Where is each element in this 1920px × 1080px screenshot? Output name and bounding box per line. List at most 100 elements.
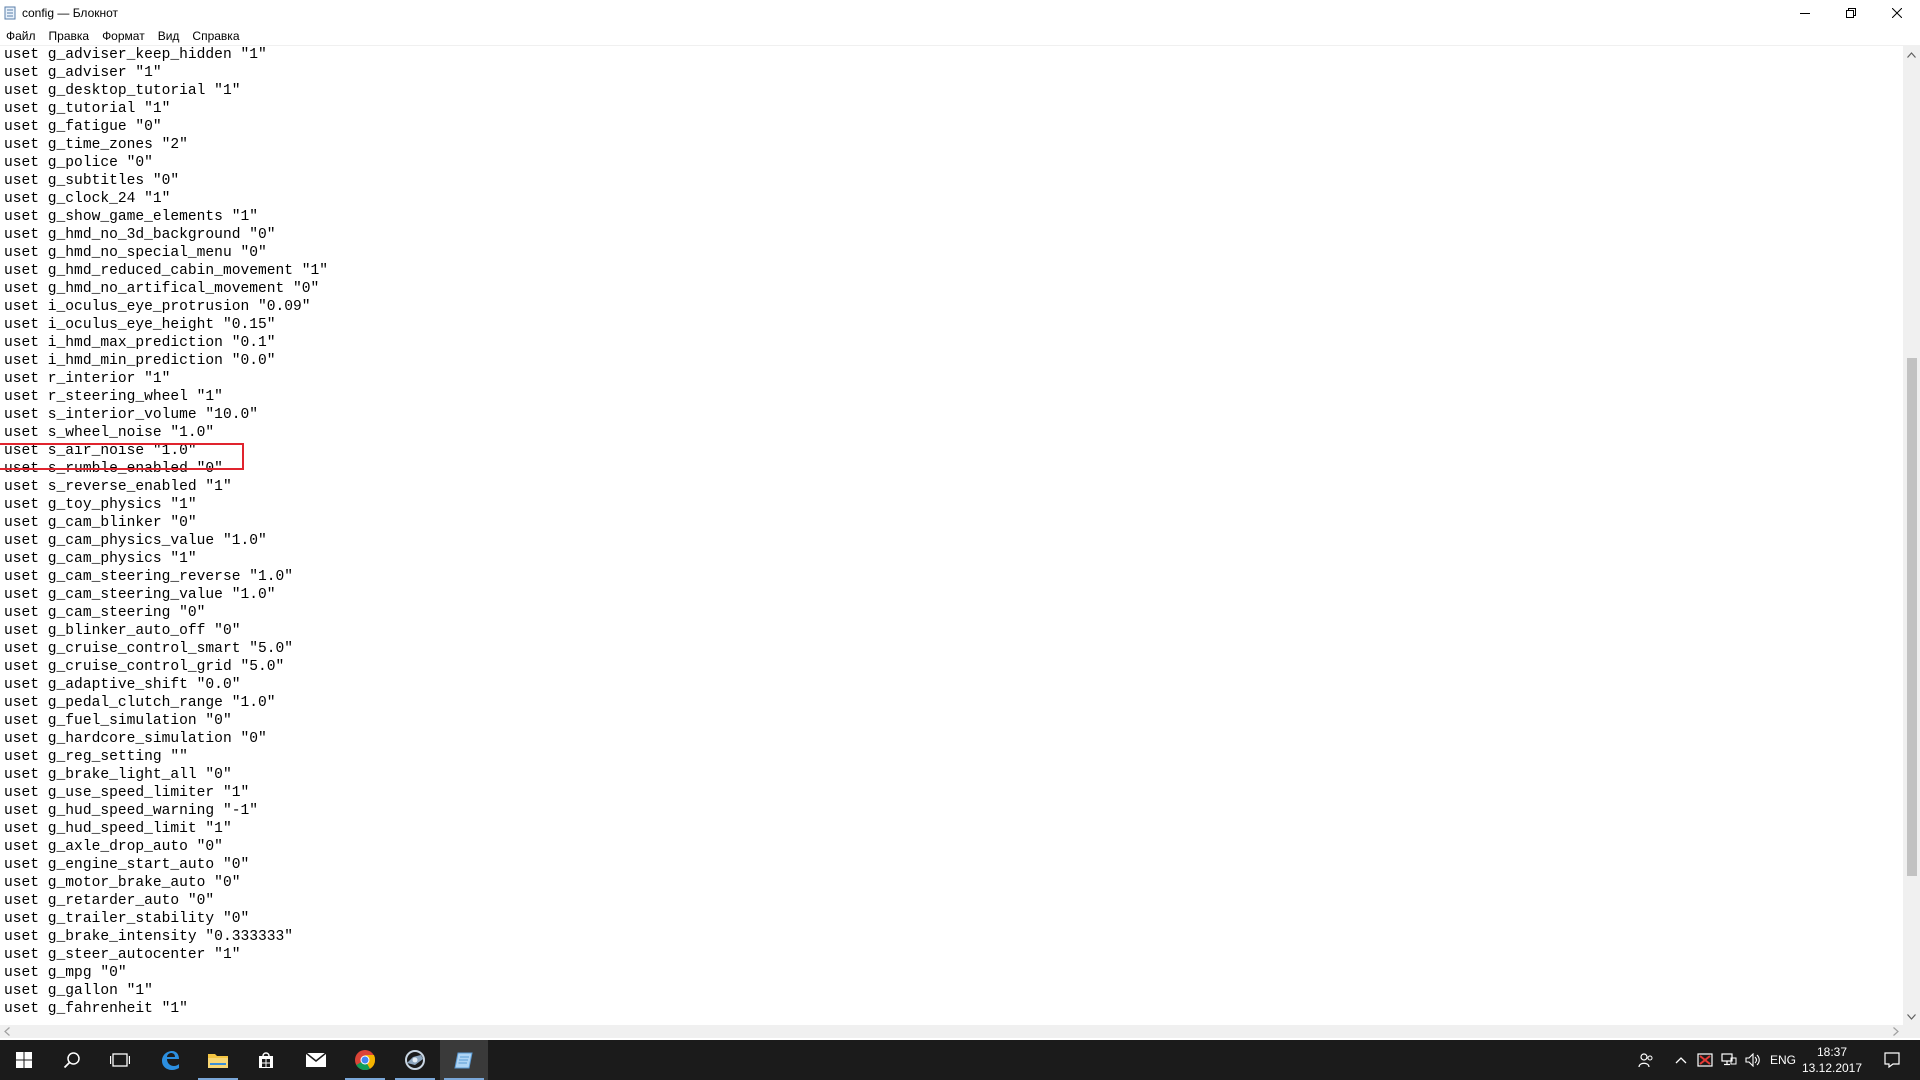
close-icon — [1892, 8, 1902, 18]
title-bar: config — Блокнот — [0, 0, 1920, 26]
minimize-icon — [1800, 13, 1810, 14]
text-line: uset g_fuel_simulation "0" — [4, 713, 232, 729]
text-line: uset s_reverse_enabled "1" — [4, 479, 232, 495]
text-line: uset g_trailer_stability "0" — [4, 911, 250, 927]
text-line: uset g_cam_steering_reverse "1.0" — [4, 569, 294, 585]
task-view-icon — [110, 1053, 130, 1067]
maximize-icon — [1846, 8, 1856, 18]
text-line: uset g_cam_steering "0" — [4, 605, 206, 621]
scroll-up-button[interactable] — [1903, 46, 1920, 63]
text-line: uset s_wheel_noise "1.0" — [4, 425, 215, 441]
text-line: uset g_tutorial "1" — [4, 101, 171, 117]
text-line: uset g_adaptive_shift "0.0" — [4, 677, 241, 693]
show-hidden-icons-button[interactable] — [1670, 1040, 1692, 1080]
chevron-up-icon — [1907, 51, 1916, 58]
menu-file[interactable]: Файл — [0, 29, 42, 43]
mail-button[interactable] — [292, 1040, 340, 1080]
edge-button[interactable] — [146, 1040, 194, 1080]
mail-icon — [305, 1052, 327, 1067]
network-icon — [1721, 1053, 1737, 1066]
network-tray-button[interactable] — [1718, 1040, 1740, 1080]
text-line: uset g_reg_setting "" — [4, 749, 188, 765]
text-line: uset i_hmd_max_prediction "0.1" — [4, 335, 276, 351]
vertical-scroll-thumb[interactable] — [1907, 358, 1917, 876]
notepad-taskbar-icon — [454, 1052, 473, 1069]
text-line: uset g_fahrenheit "1" — [4, 1001, 188, 1017]
menu-help[interactable]: Справка — [185, 29, 245, 43]
volume-icon — [1745, 1053, 1760, 1067]
horizontal-scrollbar[interactable] — [0, 1025, 1903, 1038]
text-line: uset g_steer_autocenter "1" — [4, 947, 241, 963]
text-line: uset r_interior "1" — [4, 371, 171, 387]
scrollbar-corner — [1903, 1025, 1920, 1038]
volume-tray-button[interactable] — [1742, 1040, 1764, 1080]
minimize-button[interactable] — [1782, 0, 1828, 26]
antivirus-tray-button[interactable] — [1694, 1040, 1716, 1080]
menu-view[interactable]: Вид — [151, 29, 186, 43]
game-button[interactable] — [391, 1040, 439, 1080]
scroll-down-button[interactable] — [1903, 1008, 1920, 1025]
text-editor[interactable]: uset g_adviser_keep_hidden "1" uset g_adv… — [0, 46, 1903, 1025]
action-center-button[interactable] — [1872, 1040, 1912, 1080]
antivirus-icon — [1697, 1053, 1713, 1067]
text-lines: uset g_adviser_keep_hidden "1" uset g_adv… — [4, 46, 328, 1018]
search-icon — [63, 1052, 80, 1069]
text-line: uset g_blinker_auto_off "0" — [4, 623, 241, 639]
text-line: uset g_cam_steering_value "1.0" — [4, 587, 276, 603]
text-line: uset s_air_noise "1.0" — [4, 443, 197, 459]
maximize-button[interactable] — [1828, 0, 1874, 26]
text-line: uset g_hmd_reduced_cabin_movement "1" — [4, 263, 329, 279]
task-view-button[interactable] — [96, 1040, 144, 1080]
windows-start-icon — [16, 1052, 32, 1068]
store-icon — [259, 1052, 273, 1068]
people-button[interactable] — [1634, 1040, 1658, 1080]
close-button[interactable] — [1874, 0, 1920, 26]
text-line: uset i_oculus_eye_height "0.15" — [4, 317, 276, 333]
text-line: uset g_desktop_tutorial "1" — [4, 83, 241, 99]
start-button[interactable] — [0, 1040, 48, 1080]
file-explorer-icon — [208, 1054, 228, 1068]
language-indicator[interactable]: ENG — [1768, 1040, 1798, 1080]
taskbar: ENG 18:37 13.12.2017 — [0, 1040, 1920, 1080]
text-line: uset g_cruise_control_smart "5.0" — [4, 641, 294, 657]
text-line: uset i_oculus_eye_protrusion "0.09" — [4, 299, 311, 315]
text-line: uset g_retarder_auto "0" — [4, 893, 215, 909]
text-line: uset i_hmd_min_prediction "0.0" — [4, 353, 276, 369]
text-line: uset g_use_speed_limiter "1" — [4, 785, 250, 801]
text-line: uset g_gallon "1" — [4, 983, 153, 999]
notepad-taskbar-button[interactable] — [440, 1040, 488, 1080]
text-line: uset g_subtitles "0" — [4, 173, 180, 189]
vertical-scrollbar[interactable] — [1903, 46, 1920, 1025]
chevron-right-icon — [1893, 1027, 1899, 1036]
clock-date: 13.12.2017 — [1801, 1061, 1863, 1075]
text-line: uset g_cam_physics_value "1.0" — [4, 533, 267, 549]
store-button[interactable] — [242, 1040, 290, 1080]
search-button[interactable] — [48, 1040, 96, 1080]
text-line: uset g_hmd_no_special_menu "0" — [4, 245, 267, 261]
menu-format[interactable]: Формат — [95, 29, 151, 43]
notepad-icon — [3, 6, 17, 20]
chevron-left-icon — [4, 1027, 10, 1036]
window-controls — [1782, 0, 1920, 26]
text-line: uset g_cruise_control_grid "5.0" — [4, 659, 285, 675]
language-label: ENG — [1769, 1053, 1796, 1067]
text-line: uset g_brake_light_all "0" — [4, 767, 232, 783]
text-line: uset s_interior_volume "10.0" — [4, 407, 258, 423]
text-line: uset g_hmd_no_artifical_movement "0" — [4, 281, 320, 297]
window-title: config — Блокнот — [22, 6, 119, 20]
menu-edit[interactable]: Правка — [42, 29, 96, 43]
text-line: uset g_time_zones "2" — [4, 137, 188, 153]
text-line: uset r_steering_wheel "1" — [4, 389, 223, 405]
file-explorer-button[interactable] — [194, 1040, 242, 1080]
edge-icon — [162, 1051, 179, 1070]
text-line: uset s_rumble_enabled "0" — [4, 461, 223, 477]
chrome-button[interactable] — [341, 1040, 389, 1080]
clock[interactable]: 18:37 13.12.2017 — [1800, 1044, 1864, 1076]
text-line: uset g_cam_physics "1" — [4, 551, 197, 567]
action-center-icon — [1884, 1052, 1900, 1068]
chevron-down-icon — [1907, 1013, 1916, 1020]
scroll-right-button[interactable] — [1889, 1025, 1903, 1038]
text-line: uset g_police "0" — [4, 155, 153, 171]
scroll-left-button[interactable] — [0, 1025, 14, 1038]
text-line: uset g_brake_intensity "0.333333" — [4, 929, 294, 945]
